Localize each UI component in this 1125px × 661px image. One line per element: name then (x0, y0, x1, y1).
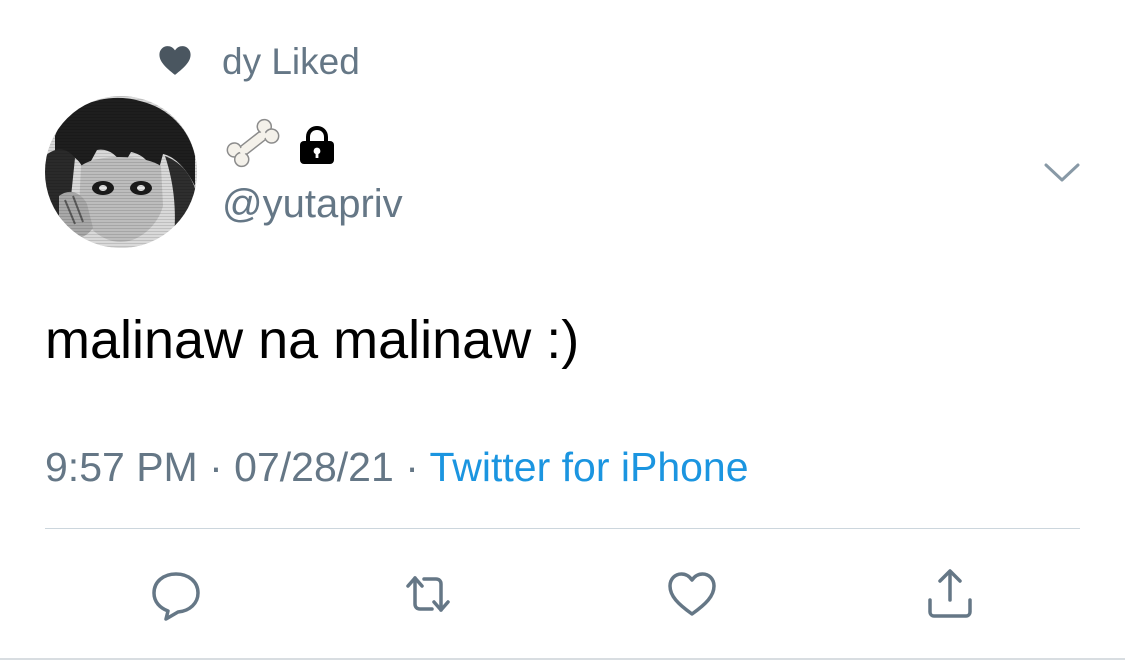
lock-icon (300, 125, 334, 164)
tweet-date: 07/28/21 (234, 444, 394, 490)
author-handle[interactable]: @yutapriv (222, 180, 403, 228)
social-context-label: dy Liked (222, 41, 360, 82)
bone-icon (226, 118, 280, 168)
tweet-source-link[interactable]: Twitter for iPhone (430, 444, 749, 490)
retweet-icon[interactable] (400, 566, 456, 622)
chevron-down-icon[interactable] (1042, 160, 1082, 186)
avatar-image (45, 96, 197, 248)
tweet-meta: 9:57 PM · 07/28/21 · Twitter for iPhone (45, 442, 749, 492)
divider (45, 528, 1080, 529)
heart-outline-icon[interactable] (664, 566, 720, 622)
meta-separator: · (405, 444, 419, 490)
meta-separator: · (209, 444, 223, 490)
heart-filled-icon (159, 46, 191, 75)
tweet-text: malinaw na malinaw :) (45, 310, 580, 370)
reply-icon[interactable] (148, 566, 204, 622)
share-icon[interactable] (922, 566, 978, 622)
bottom-divider (0, 658, 1125, 660)
tweet-time: 9:57 PM (45, 444, 198, 490)
avatar[interactable] (45, 96, 197, 248)
